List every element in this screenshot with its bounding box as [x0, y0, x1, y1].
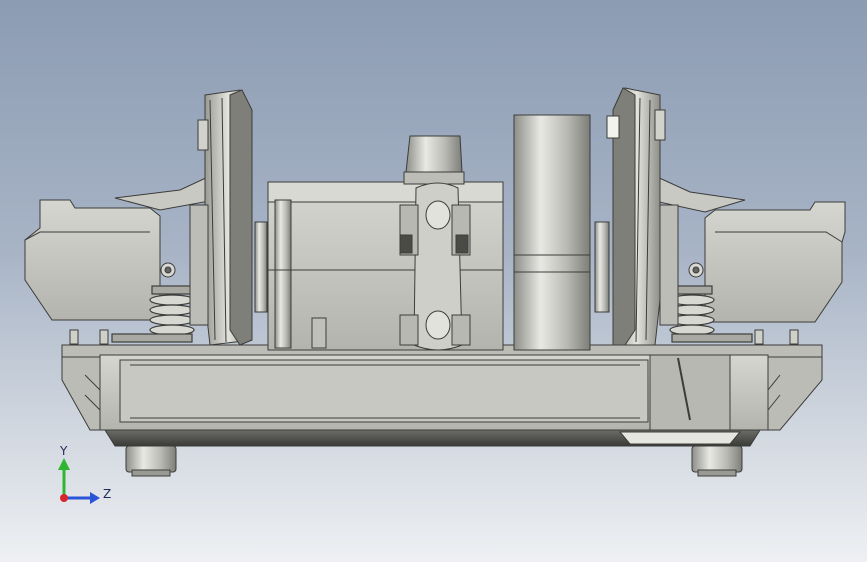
support-feet	[125, 445, 743, 477]
bogie-model-drawing: Y Z	[24, 87, 846, 504]
top-cylinder	[403, 135, 465, 185]
y-axis-label: Y	[59, 444, 68, 458]
left-wheel	[189, 89, 268, 346]
cad-viewport[interactable]: Y Z	[0, 0, 867, 562]
z-axis-label: Z	[103, 487, 111, 501]
axis-triad: Y Z	[58, 444, 111, 504]
bogie-frame	[61, 344, 823, 447]
